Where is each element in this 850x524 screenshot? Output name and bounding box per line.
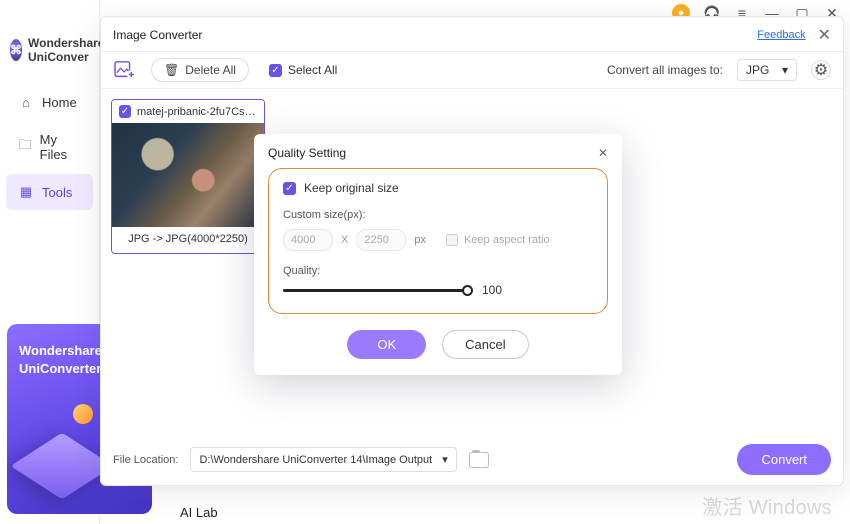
- window-title: Image Converter: [113, 28, 202, 42]
- file-location-select[interactable]: D:\Wondershare UniConverter 14\Image Out…: [190, 447, 456, 472]
- select-all-label: Select All: [288, 63, 337, 77]
- promo-line1: Wondershare: [19, 343, 102, 358]
- convert-all-label: Convert all images to:: [607, 63, 723, 77]
- close-icon[interactable]: ✕: [598, 146, 608, 160]
- quality-settings-group: ✓ Keep original size Custom size(px): X …: [268, 168, 608, 314]
- quality-setting-modal: Quality Setting ✕ ✓ Keep original size C…: [254, 134, 622, 375]
- keep-aspect-label: Keep aspect ratio: [464, 234, 550, 246]
- tools-icon: ▦: [18, 184, 34, 200]
- sidebar-item-home[interactable]: ⌂ Home: [6, 84, 93, 120]
- convert-button[interactable]: Convert: [737, 444, 831, 475]
- checkbox-disabled-icon: [446, 234, 458, 246]
- ai-lab-heading: AI Lab: [180, 505, 218, 520]
- brand-name-line1: Wondershare: [28, 36, 104, 50]
- checkbox-checked-icon: ✓: [269, 64, 282, 77]
- delete-all-button[interactable]: 🗑 Delete All: [151, 58, 249, 82]
- feedback-link[interactable]: Feedback: [757, 29, 805, 41]
- checkbox-checked-icon[interactable]: ✓: [119, 105, 131, 118]
- quality-value: 100: [482, 283, 502, 297]
- sidebar-item-label: Tools: [42, 185, 72, 200]
- trash-icon: 🗑: [164, 63, 179, 77]
- settings-button[interactable]: ⚙: [811, 60, 831, 80]
- image-thumb-card[interactable]: ✓ matej-pribanic-2fu7CskIT... JPG -> JPG…: [111, 99, 265, 254]
- width-input[interactable]: [283, 229, 333, 251]
- chevron-down-icon: ▾: [442, 453, 448, 466]
- format-value: JPG: [746, 63, 769, 77]
- select-all-checkbox[interactable]: ✓ Select All: [269, 63, 337, 77]
- brand-name-line2: UniConver: [28, 50, 104, 64]
- format-select[interactable]: JPG ▾: [737, 59, 797, 81]
- keep-aspect-ratio-checkbox[interactable]: Keep aspect ratio: [446, 234, 550, 246]
- px-label: px: [414, 234, 426, 246]
- keep-original-label: Keep original size: [304, 181, 399, 195]
- promo-line2: UniConverter: [19, 361, 101, 376]
- sidebar-item-label: Home: [42, 95, 77, 110]
- promo-disc-icon: [73, 404, 93, 424]
- height-input[interactable]: [356, 229, 406, 251]
- app-sidebar: ⌘ Wondershare UniConver ⌂ Home 🗀 My File…: [0, 0, 100, 524]
- close-icon[interactable]: ✕: [818, 25, 831, 45]
- slider-knob-icon: [462, 285, 473, 296]
- quality-slider[interactable]: [283, 283, 468, 297]
- modal-title: Quality Setting: [268, 146, 346, 160]
- keep-original-size-checkbox[interactable]: ✓ Keep original size: [283, 181, 593, 195]
- thumb-filename: matej-pribanic-2fu7CskIT...: [137, 106, 257, 118]
- sidebar-item-tools[interactable]: ▦ Tools: [6, 174, 93, 210]
- promo-cube-icon: [11, 433, 114, 500]
- windows-activation-watermark: 激活 Windows: [702, 491, 832, 520]
- file-location-label: File Location:: [113, 454, 178, 466]
- dimension-x-label: X: [341, 234, 348, 246]
- ok-button[interactable]: OK: [347, 330, 426, 359]
- cancel-button[interactable]: Cancel: [442, 330, 528, 359]
- folder-icon: 🗀: [18, 139, 32, 155]
- delete-all-label: Delete All: [185, 63, 236, 77]
- custom-size-label: Custom size(px):: [283, 209, 593, 221]
- file-location-value: D:\Wondershare UniConverter 14\Image Out…: [199, 454, 432, 466]
- sidebar-item-my-files[interactable]: 🗀 My Files: [6, 122, 93, 172]
- add-image-button[interactable]: [113, 59, 137, 81]
- sidebar-item-label: My Files: [40, 132, 81, 162]
- home-icon: ⌂: [18, 94, 34, 110]
- open-folder-button[interactable]: [469, 452, 489, 468]
- chevron-down-icon: ▾: [782, 63, 788, 77]
- quality-label: Quality:: [283, 265, 593, 277]
- checkbox-checked-icon: ✓: [283, 182, 296, 195]
- gear-icon: ⚙: [814, 60, 828, 80]
- thumb-caption: JPG -> JPG(4000*2250): [112, 227, 264, 253]
- brand: ⌘ Wondershare UniConver: [0, 30, 99, 82]
- thumb-image: [112, 123, 264, 227]
- brand-logo-icon: ⌘: [10, 39, 22, 61]
